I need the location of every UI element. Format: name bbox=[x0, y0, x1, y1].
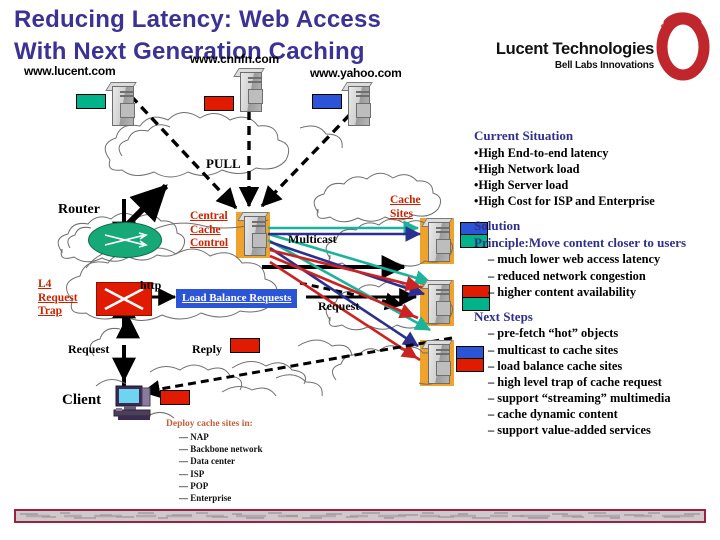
request-label-right: Request bbox=[318, 299, 360, 313]
lucent-ring-icon bbox=[656, 12, 710, 81]
ccc-line-3: Control bbox=[190, 237, 229, 250]
origin-server-yahoo bbox=[341, 82, 373, 126]
logo-tagline: Bell Labs Innovations bbox=[554, 60, 654, 71]
reply-label: Reply bbox=[192, 342, 222, 356]
solution-item-3: – higher content availability bbox=[488, 284, 637, 299]
current-situation-item-2: •High Network load bbox=[474, 161, 580, 176]
deploy-heading: Deploy cache sites in: bbox=[166, 419, 253, 429]
deploy-item-nap: — NAP bbox=[179, 431, 209, 442]
logo-text: Lucent Technologies Bell Labs Innovation… bbox=[496, 40, 654, 71]
reply-content-red bbox=[230, 338, 260, 353]
router-node[interactable] bbox=[88, 222, 162, 258]
l4-request-trap-label: L4 Request Trap bbox=[38, 278, 78, 319]
title-line-1: Reducing Latency: Web Access bbox=[14, 6, 382, 33]
ccc-line-2: Cache bbox=[190, 223, 221, 236]
right-text-column: Current Situation •High End-to-end laten… bbox=[474, 128, 718, 438]
current-situation-heading: Current Situation bbox=[474, 128, 574, 143]
deploy-item-pop: — POP bbox=[179, 480, 209, 491]
origin-url-lucent: www.lucent.com bbox=[24, 64, 116, 78]
footer-decorative-band bbox=[14, 509, 706, 523]
next-steps-item-5: – support “streaming” multimedia bbox=[488, 390, 671, 405]
current-situation-item-1: •High End-to-end latency bbox=[474, 145, 609, 160]
deploy-item-datacenter: — Data center bbox=[179, 456, 235, 467]
current-situation-item-4: •High Cost for ISP and Enterprise bbox=[474, 194, 655, 208]
content-object-green-lucent bbox=[76, 94, 106, 109]
l4-line-2: Request bbox=[38, 291, 78, 304]
section-current-situation: Current Situation •High End-to-end laten… bbox=[474, 128, 718, 209]
central-cache-control-server[interactable] bbox=[236, 212, 270, 258]
next-steps-item-7: – support value-added services bbox=[488, 423, 651, 438]
slide-canvas: Reducing Latency: Web Access With Next G… bbox=[0, 0, 720, 540]
solution-item-2: – reduced network congestion bbox=[488, 268, 646, 283]
router-arrows-icon bbox=[104, 232, 148, 248]
content-object-blue-yahoo bbox=[312, 94, 342, 109]
solution-item-1: – much lower web access latency bbox=[488, 252, 661, 267]
origin-url-yahoo: www.yahoo.com bbox=[310, 66, 402, 80]
cache-site-2[interactable] bbox=[420, 280, 454, 326]
origin-url-cnnfn: www.cnnfn.com bbox=[190, 52, 279, 66]
next-steps-item-4: – high level trap of cache request bbox=[488, 374, 662, 389]
l4-line-1: L4 bbox=[38, 278, 52, 290]
current-situation-item-3: •High Server load bbox=[474, 177, 569, 192]
central-cache-control-label: Central Cache Control bbox=[190, 210, 228, 251]
footer-texture bbox=[16, 511, 704, 521]
pull-label: PULL bbox=[206, 156, 241, 171]
next-steps-item-2: – multicast to cache sites bbox=[488, 342, 619, 357]
multicast-label: Multicast bbox=[288, 232, 337, 246]
request-label-left: Request bbox=[68, 342, 110, 356]
lucent-logo: Lucent Technologies Bell Labs Innovation… bbox=[496, 12, 712, 94]
logo-company-name: Lucent Technologies bbox=[495, 40, 654, 58]
deploy-item-backbone: — Backbone network bbox=[179, 444, 263, 455]
section-solution: Solution Principle:Move content closer t… bbox=[474, 218, 718, 300]
client-content-red bbox=[160, 390, 190, 405]
origin-server-lucent bbox=[105, 82, 137, 126]
deploy-item-enterprise: — Enterprise bbox=[179, 492, 232, 503]
next-steps-item-1: – pre-fetch “hot” objects bbox=[488, 326, 619, 341]
ccc-line-1: Central bbox=[190, 210, 228, 222]
next-steps-heading: Next Steps bbox=[474, 308, 533, 324]
server-body bbox=[112, 86, 135, 126]
client-label: Client bbox=[62, 392, 102, 408]
origin-server-cnnfn bbox=[233, 68, 265, 112]
load-balance-requests-box[interactable]: Load Balance Requests bbox=[176, 289, 298, 308]
next-steps-item-6: – cache dynamic content bbox=[488, 407, 618, 421]
section-next-steps: Next Steps – pre-fetch “hot” objects – m… bbox=[474, 309, 718, 439]
solution-heading: Solution bbox=[474, 218, 521, 234]
cache-sites-label: Cache Sites bbox=[390, 194, 421, 221]
cache-site-3[interactable] bbox=[420, 340, 454, 386]
router-label: Router bbox=[58, 202, 100, 217]
deploy-cache-sites-list: Deploy cache sites in: — NAP — Backbone … bbox=[166, 418, 263, 504]
content-object-red-cnnfn bbox=[204, 96, 234, 111]
client-computer-icon[interactable] bbox=[112, 384, 156, 424]
cache-sites-line-2: Sites bbox=[390, 207, 413, 220]
solution-principle: Principle:Move content closer to users bbox=[474, 234, 687, 250]
http-label: http bbox=[140, 278, 162, 292]
next-steps-item-3: – load balance cache sites bbox=[488, 358, 623, 373]
cache-site-1[interactable] bbox=[420, 218, 454, 264]
deploy-item-isp: — ISP bbox=[179, 468, 205, 479]
cache-sites-line-1: Cache bbox=[390, 194, 421, 206]
l4-line-3: Trap bbox=[38, 305, 63, 318]
